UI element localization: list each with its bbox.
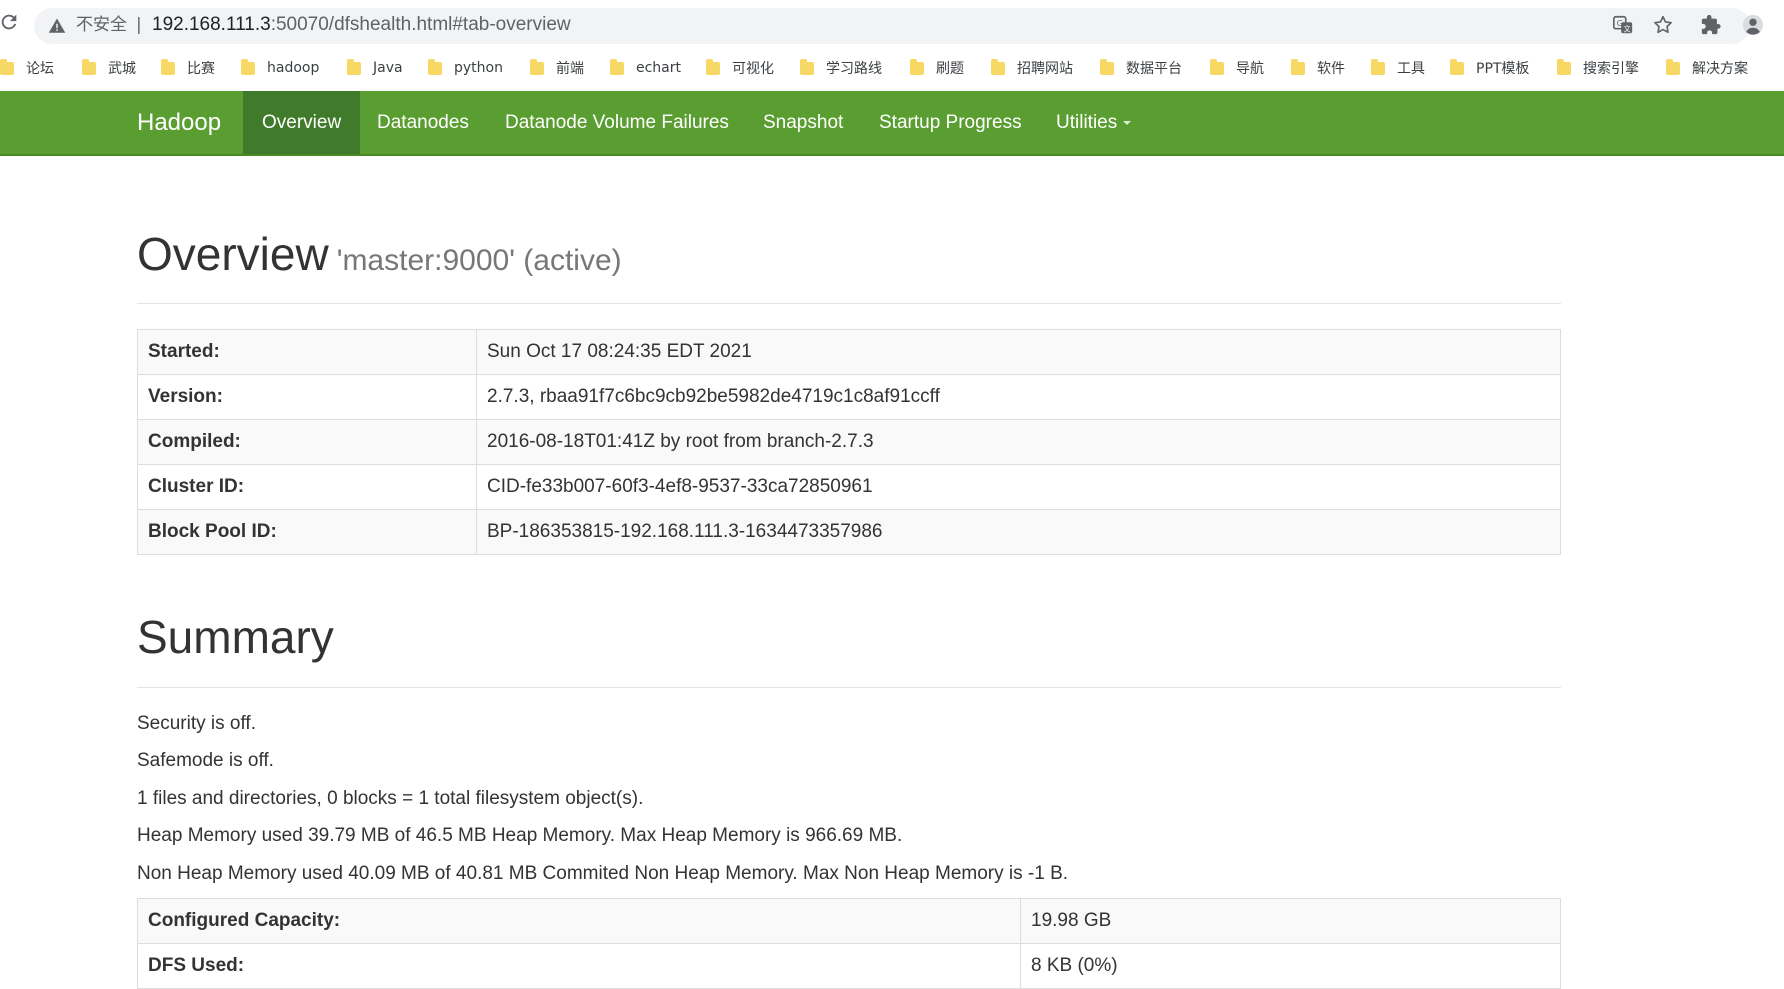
nav-startup-progress[interactable]: Startup Progress: [860, 91, 1041, 154]
url-path: :50070/dfshealth.html#tab-overview: [270, 14, 571, 35]
safemode-status: Safemode is off.: [137, 750, 274, 771]
table-row: Version: 2.7.3, rbaa91f7c6bc9cb92be5982d…: [137, 374, 1561, 420]
caret-down-icon: [1123, 120, 1132, 125]
folder-icon: [610, 58, 624, 75]
nav-utilities-label: Utilities: [1056, 112, 1118, 133]
table-row: Block Pool ID: BP-186353815-192.168.111.…: [137, 509, 1561, 555]
folder-icon: [1100, 58, 1114, 75]
browser-address-bar: 不安全 | 192.168.111.3:50070/dfshealth.html…: [0, 0, 1784, 46]
row-key: Cluster ID:: [137, 464, 477, 510]
bookmark-item[interactable]: 刷题: [910, 56, 964, 80]
url-host: 192.168.111.3: [152, 14, 271, 35]
bookmark-item[interactable]: Java: [347, 56, 403, 80]
folder-icon: [161, 58, 175, 75]
translate-icon[interactable]: G 文: [1612, 14, 1634, 36]
extensions-icon[interactable]: [1700, 14, 1722, 36]
url-text[interactable]: 192.168.111.3:50070/dfshealth.html#tab-o…: [152, 14, 571, 36]
bookmark-item[interactable]: 学习路线: [800, 56, 882, 80]
bookmark-item[interactable]: 软件: [1291, 56, 1345, 80]
row-key: DFS Used:: [137, 943, 1021, 989]
row-key: Version:: [137, 374, 477, 420]
row-key: Compiled:: [137, 419, 477, 465]
overview-subtitle: 'master:9000' (active): [336, 244, 622, 277]
bookmark-item[interactable]: 比赛: [161, 56, 215, 80]
row-key: Started:: [137, 329, 477, 375]
row-value: 2016-08-18T01:41Z by root from branch-2.…: [476, 419, 1561, 465]
folder-icon: [1210, 58, 1224, 75]
brand-link[interactable]: Hadoop: [137, 91, 221, 154]
row-value: 8 KB (0%): [1020, 943, 1561, 989]
bookmarks-bar: 论坛 武城 比赛 hadoop Java python 前端 echart 可视…: [0, 52, 1784, 84]
folder-icon: [1291, 58, 1305, 75]
bookmark-item[interactable]: echart: [610, 56, 681, 80]
folder-icon: [991, 58, 1005, 75]
table-row: DFS Used: 8 KB (0%): [137, 943, 1561, 989]
table-row: Cluster ID: CID-fe33b007-60f3-4ef8-9537-…: [137, 464, 1561, 510]
nav-overview[interactable]: Overview: [243, 91, 361, 154]
bookmark-item[interactable]: 解决方案: [1666, 56, 1748, 80]
nav-datanode-volume-failures[interactable]: Datanode Volume Failures: [486, 91, 748, 154]
folder-icon: [347, 58, 361, 75]
url-separator: |: [136, 15, 142, 35]
folder-icon: [1557, 58, 1571, 75]
row-key: Configured Capacity:: [137, 898, 1021, 944]
row-value: Sun Oct 17 08:24:35 EDT 2021: [476, 329, 1561, 375]
row-value: BP-186353815-192.168.111.3-1634473357986: [476, 509, 1561, 555]
overview-title: Overview: [137, 228, 329, 280]
nav-snapshot[interactable]: Snapshot: [744, 91, 862, 154]
folder-icon: [82, 58, 96, 75]
bookmark-item[interactable]: PPT模板: [1450, 56, 1529, 80]
bookmark-item[interactable]: 论坛: [0, 56, 54, 80]
profile-avatar-icon[interactable]: [1742, 14, 1764, 36]
overview-table: Started: Sun Oct 17 08:24:35 EDT 2021 Ve…: [137, 329, 1561, 555]
folder-icon: [241, 58, 255, 75]
bookmark-item[interactable]: 导航: [1210, 56, 1264, 80]
table-row: Compiled: 2016-08-18T01:41Z by root from…: [137, 419, 1561, 465]
bookmark-item[interactable]: 搜索引擎: [1557, 56, 1639, 80]
bookmark-star-icon[interactable]: [1652, 14, 1674, 36]
folder-icon: [910, 58, 924, 75]
folder-icon: [1371, 58, 1385, 75]
folder-icon: [800, 58, 814, 75]
summary-table: Configured Capacity: 19.98 GB DFS Used: …: [137, 898, 1561, 989]
row-key: Block Pool ID:: [137, 509, 477, 555]
summary-title: Summary: [137, 611, 334, 663]
filesystem-objects: 1 files and directories, 0 blocks = 1 to…: [137, 788, 644, 809]
row-value: 2.7.3, rbaa91f7c6bc9cb92be5982de4719c1c8…: [476, 374, 1561, 420]
bookmark-item[interactable]: 工具: [1371, 56, 1425, 80]
folder-icon: [530, 58, 544, 75]
bookmark-item[interactable]: 数据平台: [1100, 56, 1182, 80]
hadoop-navbar: Hadoop Overview Datanodes Datanode Volum…: [0, 91, 1784, 156]
reload-icon[interactable]: [0, 11, 20, 33]
bookmark-item[interactable]: python: [428, 56, 503, 80]
bookmark-item[interactable]: hadoop: [241, 56, 319, 80]
divider: [137, 303, 1561, 304]
bookmark-item[interactable]: 招聘网站: [991, 56, 1073, 80]
row-value: CID-fe33b007-60f3-4ef8-9537-33ca72850961: [476, 464, 1561, 510]
bookmark-item[interactable]: 武城: [82, 56, 136, 80]
bookmark-item[interactable]: 前端: [530, 56, 584, 80]
non-heap-memory: Non Heap Memory used 40.09 MB of 40.81 M…: [137, 863, 1069, 884]
warning-icon[interactable]: [48, 17, 66, 35]
folder-icon: [1450, 58, 1464, 75]
overview-heading: Overview'master:9000' (active): [137, 226, 622, 289]
folder-icon: [1666, 58, 1680, 75]
folder-icon: [0, 58, 14, 75]
svg-text:文: 文: [1623, 24, 1631, 33]
table-row: Started: Sun Oct 17 08:24:35 EDT 2021: [137, 329, 1561, 375]
insecure-label[interactable]: 不安全: [76, 14, 127, 36]
security-status: Security is off.: [137, 713, 256, 734]
bookmark-item[interactable]: 可视化: [706, 56, 774, 80]
heap-memory: Heap Memory used 39.79 MB of 46.5 MB Hea…: [137, 825, 903, 846]
row-value: 19.98 GB: [1020, 898, 1561, 944]
folder-icon: [706, 58, 720, 75]
folder-icon: [428, 58, 442, 75]
table-row: Configured Capacity: 19.98 GB: [137, 898, 1561, 944]
nav-datanodes[interactable]: Datanodes: [358, 91, 488, 154]
nav-utilities[interactable]: Utilities: [1037, 91, 1150, 154]
divider: [137, 687, 1561, 688]
